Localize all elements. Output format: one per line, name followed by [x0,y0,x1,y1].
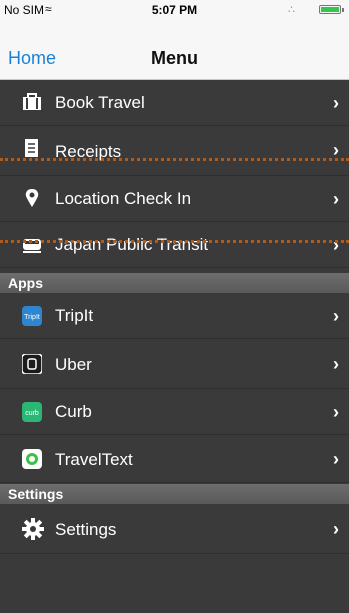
svg-text:curb: curb [25,410,39,417]
battery-tip [342,8,344,12]
app-item-tripit[interactable]: TripIt TripIt › [0,293,349,339]
settings-item[interactable]: Settings › [0,504,349,554]
app-item-traveltext[interactable]: TravelText › [0,435,349,483]
settings-item-label: Settings [55,520,117,539]
chevron-right-icon: › [333,354,339,374]
chevron-right-icon: › [333,93,339,113]
menu-item-label: Book Travel [55,93,145,112]
bluetooth-icon: ∴ [288,4,295,16]
tripit-icon: TripIt [22,306,42,326]
menu-item-label: Japan Public Transit [55,235,209,254]
chevron-right-icon: › [333,306,339,326]
traveltext-icon [22,449,42,469]
chevron-right-icon: › [333,449,339,469]
navigation-bar: Home Menu [0,20,349,80]
app-item-curb[interactable]: curb Curb › [0,389,349,435]
chevron-right-icon: › [333,235,339,255]
chevron-right-icon: › [333,519,339,539]
app-item-label: Curb [55,402,92,421]
annotation-dotted-line [0,158,349,161]
menu-item-japan-public-transit[interactable]: Japan Public Transit › [0,222,349,268]
app-item-label: TravelText [55,450,133,469]
app-item-label: Uber [55,355,92,374]
section-header-settings: Settings [0,484,349,504]
battery-icon [319,5,341,14]
receipt-icon [22,138,42,158]
location-pin-icon [22,188,42,208]
section-header-apps: Apps [0,273,349,293]
annotation-dotted-line [0,240,349,243]
status-bar: No SIM ≈ 5:07 PM ∴ [0,0,349,20]
page-title: Menu [151,48,198,68]
app-item-label: TripIt [55,306,94,325]
curb-icon: curb [22,402,42,422]
gear-icon [22,518,44,540]
briefcase-icon [22,92,42,112]
menu-item-book-travel[interactable]: Book Travel › [0,80,349,126]
svg-text:TripIt: TripIt [24,314,40,321]
menu-item-receipts[interactable]: Receipts › [0,126,349,176]
menu-item-location-check-in[interactable]: Location Check In › [0,176,349,222]
uber-icon [21,353,43,375]
menu-item-label: Location Check In [55,189,192,208]
train-icon [22,234,42,254]
status-time: 5:07 PM [151,3,198,17]
chevron-right-icon: › [333,402,339,422]
chevron-right-icon: › [333,189,339,209]
app-item-uber[interactable]: Uber › [0,339,349,389]
